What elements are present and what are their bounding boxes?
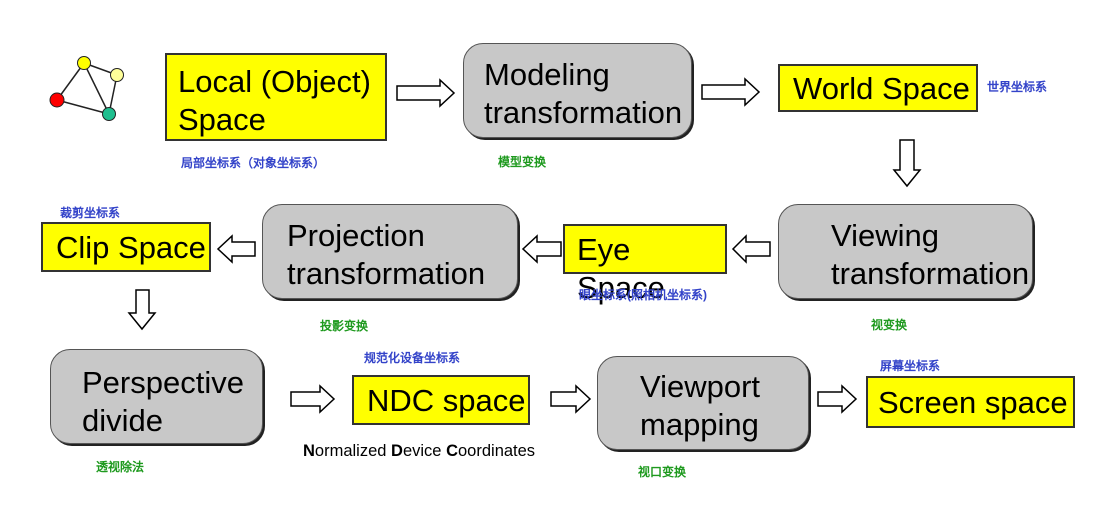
viewport-mapping-box: Viewport mapping [597,356,809,450]
arrow-ndc-to-viewport [550,384,592,414]
world-space-box: World Space [778,64,978,112]
ndc-space-box: NDC space [352,375,530,425]
local-space-box: Local (Object) Space [165,53,387,141]
eye-space-cn-label: 眼坐标系(照相机坐标系) [579,288,707,302]
world-space-cn-label: 世界坐标系 [987,80,1048,94]
arrow-clip-to-perspective [127,289,157,331]
arrow-viewport-to-screen [817,384,858,414]
projection-transformation-box: Projection transformation [262,204,518,299]
arrow-local-to-modeling [396,78,456,108]
arrow-projection-to-clip [216,234,256,264]
screen-space-box: Screen space [866,376,1075,428]
projection-cn-label: 投影变换 [320,319,369,333]
arrow-perspective-to-ndc [290,384,336,414]
ndc-c-letter: C [446,442,458,460]
ndc-full-name: Normalized Device Coordinates [303,442,535,461]
ndc-n-letter: N [303,442,315,460]
viewing-cn-label: 视变换 [871,318,908,332]
eye-space-box: Eye Space [563,224,727,305]
viewport-cn-label: 视口变换 [638,465,687,479]
modeling-transformation-box: Modeling transformation [463,43,692,138]
ndc-d-letter: D [391,442,403,460]
screen-space-cn-label: 屏幕坐标系 [880,359,941,373]
arrow-world-to-viewing [892,139,922,188]
clip-space-box: Clip Space [41,222,211,272]
perspective-cn-label: 透视除法 [96,460,145,474]
clip-space-cn-label: 裁剪坐标系 [60,206,121,220]
ndc-evice: evice [402,442,447,460]
mesh-model-icon [49,56,124,121]
ndc-ormalized: ormalized [314,442,392,460]
local-space-cn-label: 局部坐标系（对象坐标系） [181,156,326,170]
ndc-cn-label: 规范化设备坐标系 [364,351,461,365]
arrow-modeling-to-world [701,77,761,107]
ndc-oordinates: oordinates [458,442,536,460]
viewing-transformation-box: Viewing transformation [778,204,1033,299]
arrow-viewing-to-eye [731,234,771,264]
arrow-eye-to-projection [521,234,562,264]
perspective-divide-box: Perspective divide [50,349,263,444]
modeling-cn-label: 模型变换 [498,155,547,169]
